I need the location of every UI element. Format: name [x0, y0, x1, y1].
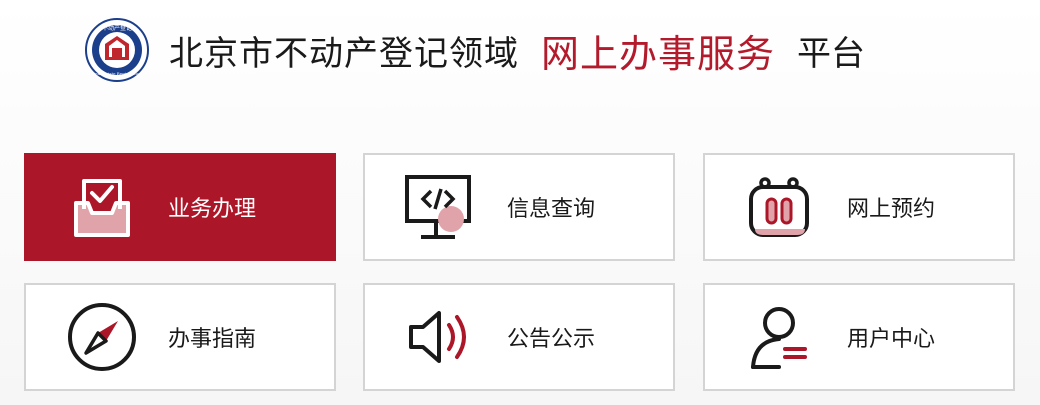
tile-service-guide[interactable]: 办事指南 [24, 283, 336, 391]
tile-label: 网上预约 [847, 197, 936, 222]
tile-label: 办事指南 [168, 327, 257, 352]
tile-label: 用户中心 [847, 327, 936, 352]
compass-icon [68, 303, 136, 371]
tile-label: 业务办理 [168, 197, 257, 222]
tile-online-appointment[interactable]: 网上预约 [703, 153, 1015, 261]
real-estate-registration-seal-icon: 不动产登记 Real Estate Registration [85, 18, 149, 82]
site-header: 不动产登记 Real Estate Registration 北京市不动产登记领… [85, 18, 865, 82]
page-title-tail: 平台 [797, 33, 866, 74]
tile-business-handling[interactable]: 业务办理 [24, 153, 336, 261]
page-title-highlight: 网上办事服务 [541, 31, 776, 76]
calendar-icon [749, 177, 809, 237]
tile-user-center[interactable]: 用户中心 [703, 283, 1015, 391]
tile-info-query[interactable]: 信息查询 [363, 153, 675, 261]
user-icon [751, 307, 807, 369]
monitor-code-icon [405, 175, 471, 239]
seal-text-bottom: Real Estate Registration [92, 71, 142, 76]
inbox-check-icon [74, 179, 130, 237]
speaker-icon [409, 311, 466, 363]
seal-text-top: 不动产登记 [102, 24, 132, 32]
page-title: 北京市不动产登记领域 [169, 33, 519, 74]
tile-label: 信息查询 [507, 197, 596, 222]
tile-announcements[interactable]: 公告公示 [363, 283, 675, 391]
tile-label: 公告公示 [507, 327, 596, 352]
